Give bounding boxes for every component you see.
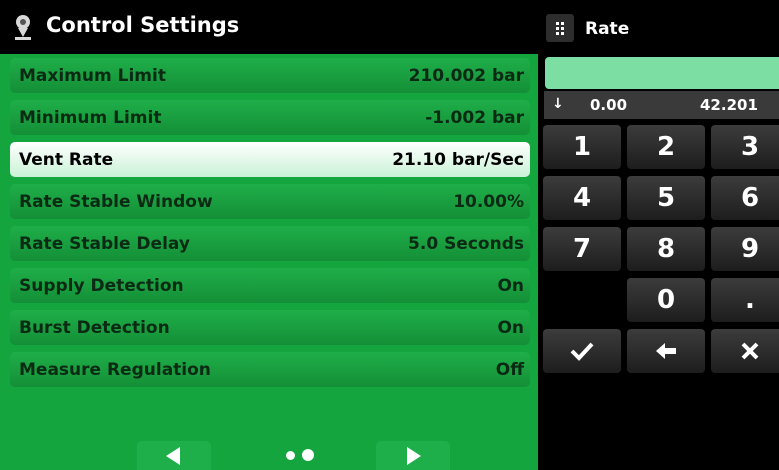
cancel-button[interactable] [711,329,779,373]
key-7[interactable]: 7 [543,227,621,271]
key-8[interactable]: 8 [627,227,705,271]
setting-row-minimum-limit[interactable]: Minimum Limit -1.002 bar [10,100,530,135]
setting-row-rate-stable-delay[interactable]: Rate Stable Delay 5.0 Seconds [10,226,530,261]
setting-label: Rate Stable Delay [19,233,190,254]
setting-value: 10.00% [453,191,524,212]
title-bar: Control Settings [0,0,538,54]
next-page-button[interactable] [376,441,450,470]
arrow-right-icon [407,447,421,465]
close-x-icon [741,342,759,360]
setting-row-measure-regulation[interactable]: Measure Regulation Off [10,352,530,387]
arrow-left-icon [166,447,180,465]
setting-value: 21.10 bar/Sec [392,149,524,170]
page-title: Control Settings [46,13,240,37]
setting-label: Supply Detection [19,275,184,296]
keypad-title: Rate [585,19,630,39]
control-settings-panel: Control Settings Maximum Limit 210.002 b… [0,0,538,470]
key-5[interactable]: 5 [627,176,705,220]
setting-value: On [497,275,524,296]
setting-row-maximum-limit[interactable]: Maximum Limit 210.002 bar [10,58,530,93]
range-min: 0.00 [590,96,628,114]
value-entry-field[interactable] [545,57,779,89]
setting-value: -1.002 bar [425,107,524,128]
backspace-arrow-icon [656,343,676,359]
page-dot-current [302,449,314,461]
checkmark-icon [570,342,594,361]
confirm-button[interactable] [543,329,621,373]
range-bar: ↓ 0.00 42.201 [544,91,779,119]
setting-row-vent-rate[interactable]: Vent Rate 21.10 bar/Sec [10,142,530,177]
backspace-button[interactable] [627,329,705,373]
setting-row-rate-stable-window[interactable]: Rate Stable Window 10.00% [10,184,530,219]
key-9[interactable]: 9 [711,227,779,271]
range-max: 42.201 [700,96,758,114]
setting-label: Measure Regulation [19,359,211,380]
down-arrow-icon: ↓ [552,96,564,112]
page-dot [286,451,295,460]
key-2[interactable]: 2 [627,125,705,169]
setting-label: Vent Rate [19,149,114,170]
key-6[interactable]: 6 [711,176,779,220]
key-4[interactable]: 4 [543,176,621,220]
setting-value: 5.0 Seconds [408,233,524,254]
page-indicator [283,449,323,463]
keypad-panel: Rate ↓ 0.00 42.201 1 2 3 4 5 6 7 8 9 0 . [538,0,779,470]
key-3[interactable]: 3 [711,125,779,169]
setting-value: 210.002 bar [408,65,524,86]
location-pin-icon [15,15,31,40]
setting-row-supply-detection[interactable]: Supply Detection On [10,268,530,303]
setting-label: Burst Detection [19,317,170,338]
key-1[interactable]: 1 [543,125,621,169]
setting-value: Off [495,359,524,380]
previous-page-button[interactable] [137,441,211,470]
setting-label: Minimum Limit [19,107,162,128]
setting-label: Maximum Limit [19,65,166,86]
setting-row-burst-detection[interactable]: Burst Detection On [10,310,530,345]
setting-value: On [497,317,524,338]
key-decimal[interactable]: . [711,278,779,322]
grid-icon[interactable] [546,14,574,42]
settings-list: Maximum Limit 210.002 bar Minimum Limit … [10,54,530,387]
key-0[interactable]: 0 [627,278,705,322]
setting-label: Rate Stable Window [19,191,213,212]
